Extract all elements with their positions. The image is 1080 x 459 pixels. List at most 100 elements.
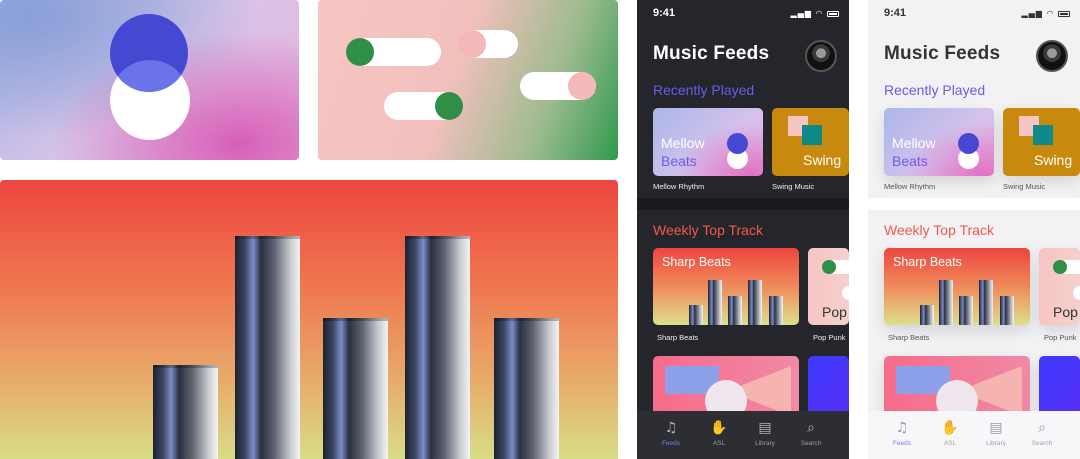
mini-bar bbox=[689, 305, 703, 325]
status-time: 9:41 bbox=[653, 7, 676, 19]
toggle-pill bbox=[1073, 286, 1080, 300]
music-note-icon: ♫ bbox=[895, 420, 909, 436]
overlap-shape bbox=[110, 60, 188, 92]
card-pop-punk[interactable]: Pop bbox=[808, 248, 849, 325]
card-caption: Pop Punk bbox=[1044, 333, 1077, 342]
art-panel-bars bbox=[0, 180, 618, 459]
card-title-line2: Beats bbox=[661, 153, 697, 169]
mini-bar bbox=[959, 296, 973, 325]
card-title: Sharp Beats bbox=[893, 255, 962, 269]
card-caption: Sharp Beats bbox=[657, 333, 699, 342]
card-mellow-beats[interactable]: Mellow Beats bbox=[884, 108, 994, 176]
mini-bar bbox=[748, 280, 762, 325]
toggle-pill bbox=[842, 286, 849, 300]
card-sharp-beats[interactable]: Sharp Beats bbox=[653, 248, 799, 325]
signal-wifi-icon: ▂▄▆ ◠ bbox=[1021, 9, 1055, 18]
mini-bar bbox=[939, 280, 953, 325]
art-panel-toggles bbox=[318, 0, 618, 160]
phone-dark: 9:41 ▂▄▆ ◠ Music Feeds Recently Played M… bbox=[637, 0, 849, 459]
toggle-knob-pink bbox=[458, 30, 486, 58]
tab-label: Search bbox=[1031, 440, 1053, 447]
section-divider bbox=[868, 198, 1080, 210]
status-icons: ▂▄▆ ◠ bbox=[1021, 9, 1070, 18]
tab-label: Library bbox=[755, 440, 775, 447]
tab-feeds[interactable]: ♫ Feeds bbox=[882, 420, 922, 447]
card-caption: Sharp Beats bbox=[888, 333, 930, 342]
recently-played-heading: Recently Played bbox=[653, 82, 755, 98]
art-bar bbox=[405, 236, 470, 459]
toggle-knob-green bbox=[346, 38, 374, 66]
card-title: Pop bbox=[822, 304, 847, 320]
art-bar bbox=[494, 318, 559, 459]
library-icon: ▤ bbox=[989, 420, 1003, 436]
signal-wifi-icon: ▂▄▆ ◠ bbox=[790, 9, 824, 18]
art-bar bbox=[153, 365, 218, 459]
page-title: Music Feeds bbox=[653, 43, 770, 64]
card-caption: Swing Music bbox=[1003, 182, 1046, 191]
card-caption: Swing Music bbox=[772, 182, 815, 191]
card-title: Swing bbox=[1034, 152, 1073, 168]
recently-played-heading: Recently Played bbox=[884, 82, 986, 98]
square-shape bbox=[802, 125, 822, 145]
card-swing[interactable]: Swing bbox=[772, 108, 849, 176]
card-title-line1: Mellow bbox=[892, 135, 936, 151]
card-pop-punk[interactable]: Pop bbox=[1039, 248, 1080, 325]
weekly-top-track-heading: Weekly Top Track bbox=[884, 222, 994, 238]
art-panel-circles bbox=[0, 0, 299, 160]
search-icon: ⌕ bbox=[1038, 420, 1046, 436]
status-time: 9:41 bbox=[884, 7, 907, 19]
search-icon: ⌕ bbox=[807, 420, 815, 436]
mini-bar bbox=[920, 305, 934, 325]
card-mellow-beats[interactable]: Mellow Beats bbox=[653, 108, 763, 176]
avatar[interactable] bbox=[1036, 40, 1068, 72]
tab-asl[interactable]: ✋ ASL bbox=[699, 420, 739, 447]
mini-bar bbox=[728, 296, 742, 325]
hand-icon: ✋ bbox=[710, 420, 728, 436]
card-caption: Mellow Rhythm bbox=[884, 182, 936, 191]
toggle-knob-green bbox=[435, 92, 463, 120]
tab-bar: ♫ Feeds ✋ ASL ▤ Library ⌕ Search bbox=[637, 411, 849, 459]
card-title: Pop bbox=[1053, 304, 1078, 320]
tab-asl[interactable]: ✋ ASL bbox=[930, 420, 970, 447]
tab-label: Feeds bbox=[661, 440, 681, 447]
art-bar bbox=[323, 318, 388, 459]
battery-icon bbox=[827, 10, 839, 17]
card-sharp-beats[interactable]: Sharp Beats bbox=[884, 248, 1030, 325]
tab-search[interactable]: ⌕ Search bbox=[1022, 420, 1062, 447]
weekly-top-track-heading: Weekly Top Track bbox=[653, 222, 763, 238]
tab-library[interactable]: ▤ Library bbox=[976, 420, 1016, 447]
avatar[interactable] bbox=[805, 40, 837, 72]
tab-label: Search bbox=[800, 440, 822, 447]
music-note-icon: ♫ bbox=[664, 420, 678, 436]
card-title: Sharp Beats bbox=[662, 255, 731, 269]
tab-label: ASL bbox=[712, 440, 726, 447]
mini-bar bbox=[769, 296, 783, 325]
hand-icon: ✋ bbox=[941, 420, 959, 436]
card-title-line1: Mellow bbox=[661, 135, 705, 151]
toggle-knob-green bbox=[1053, 260, 1067, 274]
library-icon: ▤ bbox=[758, 420, 772, 436]
card-swing[interactable]: Swing bbox=[1003, 108, 1080, 176]
mini-bar bbox=[1000, 296, 1014, 325]
art-bar bbox=[235, 236, 300, 459]
toggle-knob-green bbox=[822, 260, 836, 274]
status-icons: ▂▄▆ ◠ bbox=[790, 9, 839, 18]
tab-label: Library bbox=[986, 440, 1006, 447]
mini-bar bbox=[708, 280, 722, 325]
phone-light: 9:41 ▂▄▆ ◠ Music Feeds Recently Played M… bbox=[868, 0, 1080, 459]
tab-label: Feeds bbox=[892, 440, 912, 447]
square-shape bbox=[1033, 125, 1053, 145]
card-caption: Mellow Rhythm bbox=[653, 182, 705, 191]
tab-label: ASL bbox=[943, 440, 957, 447]
page-title: Music Feeds bbox=[884, 43, 1001, 64]
battery-icon bbox=[1058, 10, 1070, 17]
blue-circle-shape bbox=[727, 133, 748, 154]
tab-library[interactable]: ▤ Library bbox=[745, 420, 785, 447]
mini-bar bbox=[979, 280, 993, 325]
tab-feeds[interactable]: ♫ Feeds bbox=[651, 420, 691, 447]
toggle-knob-pink bbox=[568, 72, 596, 100]
card-title: Swing bbox=[803, 152, 842, 168]
card-caption: Pop Punk bbox=[813, 333, 846, 342]
card-title-line2: Beats bbox=[892, 153, 928, 169]
tab-search[interactable]: ⌕ Search bbox=[791, 420, 831, 447]
